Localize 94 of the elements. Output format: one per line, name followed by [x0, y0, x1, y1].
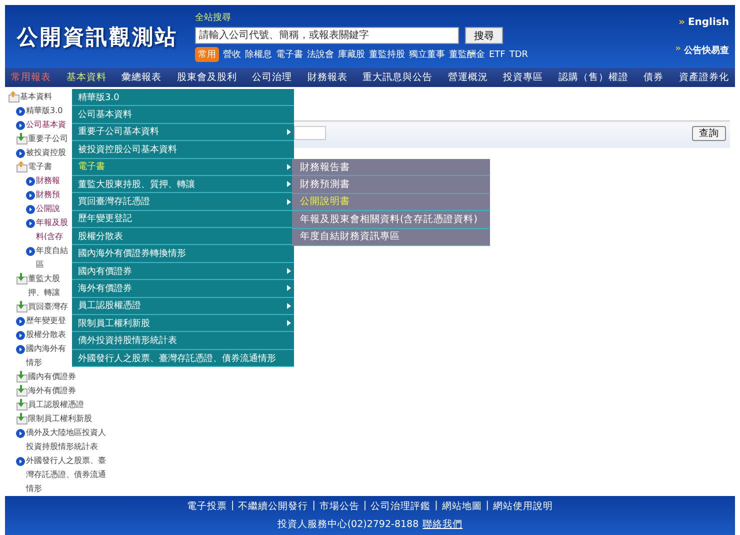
- folder-up-icon: [8, 90, 20, 103]
- tree-item[interactable]: 國內有價證券: [28, 370, 76, 384]
- menu-item[interactable]: 外國發行人之股票、臺灣存託憑證、債券流通情形: [72, 350, 294, 368]
- menu-item[interactable]: 公司基本資料: [72, 106, 294, 124]
- nav-tab[interactable]: 公司治理: [252, 71, 292, 84]
- separator-text: |: [312, 500, 316, 513]
- tree-item[interactable]: 重要子公司: [28, 132, 68, 146]
- separator-text: |: [434, 500, 438, 513]
- tree-item[interactable]: 買回臺灣存: [28, 300, 68, 314]
- menu-item[interactable]: 國內有價證券: [72, 262, 294, 280]
- separator-text: |: [363, 500, 367, 513]
- bullet-icon: [16, 316, 25, 326]
- bullet-icon: [16, 344, 25, 354]
- bullet-icon: [16, 106, 25, 116]
- bullet-icon: [26, 176, 35, 186]
- quick-link[interactable]: 除權息: [245, 48, 272, 62]
- submenu-item[interactable]: 年度自結財務資訊專區: [292, 228, 490, 246]
- query-button[interactable]: 查詢: [692, 126, 726, 141]
- tree-item[interactable]: 員工認股權憑證: [28, 398, 84, 412]
- quick-link[interactable]: 庫藏股: [338, 48, 365, 62]
- menu-item[interactable]: 精華版3.0: [72, 88, 294, 106]
- menu-item[interactable]: 重要子公司基本資料: [72, 124, 294, 142]
- nav-tab[interactable]: 基本資料: [66, 71, 106, 84]
- quick-link[interactable]: TDR: [509, 50, 528, 60]
- tree-item[interactable]: 公司基本資: [26, 118, 66, 132]
- quick-link[interactable]: 電子書: [276, 48, 303, 62]
- bullet-icon: [16, 330, 25, 340]
- bullet-icon: [26, 246, 35, 256]
- quick-link[interactable]: 獨立董事: [409, 48, 445, 62]
- tree-item[interactable]: 精華版3.0: [26, 104, 63, 118]
- tree-item[interactable]: 限制員工權利新股: [28, 412, 92, 426]
- nav-tab[interactable]: 債券: [644, 71, 664, 84]
- bullet-icon: [16, 456, 25, 466]
- quick-link[interactable]: ETF: [489, 50, 506, 60]
- bullet-icon: [26, 190, 35, 200]
- tree-item[interactable]: 被投資控股: [26, 146, 66, 160]
- quick-link[interactable]: 董監持股: [369, 48, 405, 62]
- menu-item[interactable]: 員工認股權憑證: [72, 298, 294, 316]
- nav-tab[interactable]: 重大訊息與公告: [362, 71, 433, 84]
- footer-link[interactable]: 公司治理評鑑: [370, 500, 431, 513]
- nav-tab[interactable]: 認購（售）權證: [558, 71, 628, 84]
- menu-item[interactable]: 限制員工權利新股: [72, 315, 294, 332]
- site-logo[interactable]: 公開資訊觀測站: [17, 22, 195, 51]
- tree-item[interactable]: 僑外及大陸地區投資人 投資持股情形統計表: [26, 426, 106, 454]
- footer-link[interactable]: 網站使用說明: [493, 500, 553, 513]
- separator-text: |: [486, 500, 489, 513]
- submenu-item[interactable]: 財務預測書: [292, 176, 490, 194]
- tree-item[interactable]: 海外有價證券: [28, 384, 76, 398]
- nav-tab[interactable]: 營運概況: [448, 71, 488, 84]
- header-link[interactable]: » English: [678, 16, 729, 28]
- header-link[interactable]: » 公告快易查: [675, 44, 729, 57]
- tree-root[interactable]: 基本資料: [20, 90, 52, 104]
- quick-link[interactable]: 法說會: [307, 48, 334, 62]
- bullet-icon: [16, 148, 25, 158]
- search-button[interactable]: 搜尋: [465, 27, 503, 44]
- contact-text: 投資人服務中心(02)2792-8188: [277, 518, 419, 531]
- bullet-icon: [16, 120, 25, 130]
- footer-link[interactable]: 不繼續公開發行: [238, 500, 308, 513]
- tree-item[interactable]: 外國發行人之股票、臺 灣存託憑證、債券流通 情形: [26, 454, 106, 496]
- tree-item[interactable]: 公開說: [36, 202, 60, 216]
- footer-link[interactable]: 市場公告: [319, 500, 360, 513]
- bullet-icon: [26, 218, 35, 228]
- bullet-icon: [26, 204, 35, 214]
- menu-item[interactable]: 國內海外有價證券轉換情形: [72, 245, 294, 263]
- submenu-item[interactable]: 財務報告書: [292, 158, 490, 176]
- tree-item[interactable]: 歷年變更登: [26, 314, 66, 328]
- tree-item[interactable]: 國內海外有 情形: [26, 342, 66, 370]
- tree-item[interactable]: 董監大股 押、轉讓: [28, 272, 60, 300]
- tree-item[interactable]: 財務預: [36, 188, 60, 202]
- bullet-icon: [16, 428, 25, 438]
- quick-link[interactable]: 董監酬金: [449, 48, 485, 62]
- footer-link[interactable]: 電子投票: [186, 500, 227, 513]
- search-field[interactable]: 請輸入公司代號、簡稱，或報表關鍵字: [195, 27, 459, 44]
- nav-tab[interactable]: 股東會及股利: [176, 71, 237, 84]
- tree-item[interactable]: 年報及股 料(含存: [36, 216, 68, 244]
- menu-item[interactable]: 僑外投資持股情形統計表: [72, 332, 294, 350]
- nav-tab[interactable]: 財務報表: [307, 71, 348, 84]
- query-field[interactable]: [294, 126, 326, 140]
- separator-text: |: [230, 500, 234, 513]
- nav-tab[interactable]: 彙總報表: [122, 71, 162, 84]
- tree-item[interactable]: 年度自結 區: [36, 244, 68, 272]
- frequent-badge: 常用: [195, 47, 219, 62]
- menu-item[interactable]: 海外有價證券: [72, 280, 294, 298]
- search-label: 全站搜尋: [195, 12, 232, 24]
- tree-item[interactable]: 股權分散表: [26, 328, 66, 342]
- footer-link[interactable]: 網站地圖: [442, 500, 482, 513]
- nav-tab[interactable]: 資產證券化: [678, 71, 729, 84]
- submenu-item[interactable]: 年報及股東會相關資料(含存託憑證資料): [292, 211, 490, 229]
- nav-tab[interactable]: 投資專區: [503, 71, 544, 84]
- menu-item[interactable]: 被投資控股公司基本資料: [72, 141, 294, 159]
- tree-item[interactable]: 財務報: [36, 174, 60, 188]
- quick-link[interactable]: 營收: [223, 48, 241, 62]
- contact-link[interactable]: 聯絡我們: [422, 518, 463, 531]
- tree-item[interactable]: 電子書: [28, 160, 52, 174]
